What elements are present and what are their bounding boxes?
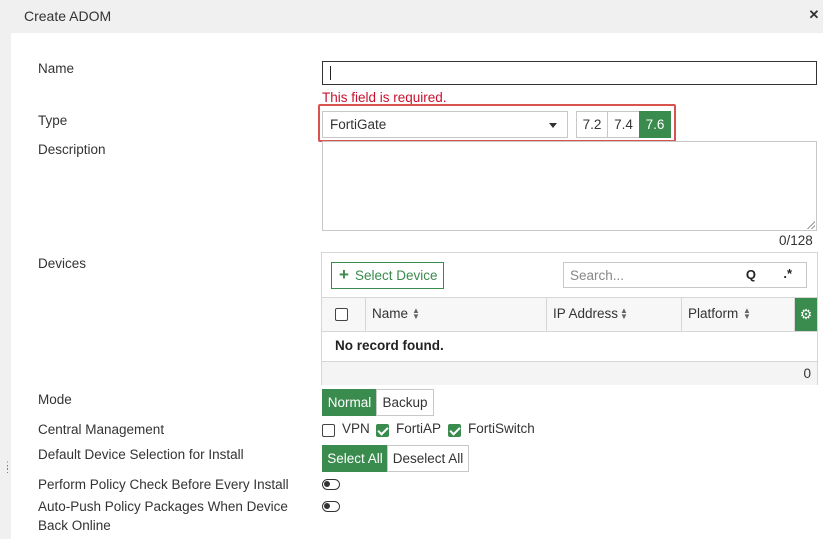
version-7-6-button[interactable]: 7.6 xyxy=(639,111,671,138)
type-selected-value: FortiGate xyxy=(330,117,387,132)
description-char-counter: 0/128 xyxy=(779,233,813,248)
default-device-selection-label: Default Device Selection for Install xyxy=(38,447,244,462)
auto-push-label-line2: Back Online xyxy=(38,518,111,533)
search-icon[interactable]: Q xyxy=(746,267,756,282)
devices-label: Devices xyxy=(38,256,87,271)
fortiswitch-checkbox[interactable] xyxy=(448,424,461,437)
auto-push-label-line1: Auto-Push Policy Packages When Device xyxy=(38,499,288,514)
fortiap-checkbox[interactable] xyxy=(376,424,389,437)
column-platform[interactable]: Platform ▲ ▼ xyxy=(682,298,795,331)
left-resize-strip: ⋮ ⋮ xyxy=(0,33,12,539)
column-platform-label: Platform xyxy=(688,306,739,321)
column-ip-address-label: IP Address xyxy=(553,306,619,321)
mode-backup-button[interactable]: Backup xyxy=(376,389,434,416)
plus-icon: + xyxy=(339,265,349,284)
text-caret xyxy=(330,66,331,80)
gear-icon[interactable]: ⚙ xyxy=(795,298,817,331)
devices-table-header: Name ▲ ▼ IP Address ▲ ▼ Platform ▲ ▼ ⚙ xyxy=(322,297,817,332)
description-label: Description xyxy=(38,142,106,157)
fortiap-label: FortiAP xyxy=(396,421,442,436)
select-all-checkbox[interactable] xyxy=(335,308,348,321)
dialog-title: Create ADOM xyxy=(24,8,112,24)
select-device-button[interactable]: + Select Device xyxy=(331,262,444,289)
select-device-label: Select Device xyxy=(355,268,438,283)
mode-normal-button[interactable]: Normal xyxy=(322,389,377,416)
select-all-button[interactable]: Select All xyxy=(322,445,388,472)
central-management-label: Central Management xyxy=(38,422,165,437)
vpn-label: VPN xyxy=(342,421,370,436)
column-ip-address[interactable]: IP Address ▲ ▼ xyxy=(547,298,682,331)
fortiswitch-label: FortiSwitch xyxy=(468,421,535,436)
name-error-message: This field is required. xyxy=(322,90,447,105)
name-label: Name xyxy=(38,61,75,76)
dialog-titlebar: Create ADOM ✕ xyxy=(0,0,823,33)
devices-panel: + Select Device Search... Q .* Name ▲ ▼ I… xyxy=(321,252,818,385)
description-textarea[interactable] xyxy=(322,141,817,231)
column-name-label: Name xyxy=(372,306,409,321)
devices-table-footer: 0 xyxy=(322,361,817,385)
device-count: 0 xyxy=(803,366,811,381)
policy-check-label: Perform Policy Check Before Every Instal… xyxy=(38,477,289,492)
search-placeholder: Search... xyxy=(570,268,625,283)
sort-icon: ▲ ▼ xyxy=(620,306,628,321)
deselect-all-button[interactable]: Deselect All xyxy=(387,445,469,472)
device-search-input[interactable]: Search... Q .* xyxy=(563,262,807,288)
mode-label: Mode xyxy=(38,392,72,407)
column-name[interactable]: Name ▲ ▼ xyxy=(366,298,547,331)
sort-icon: ▲ ▼ xyxy=(412,306,420,321)
caret-down-icon xyxy=(549,123,557,128)
type-select[interactable]: FortiGate xyxy=(322,111,568,138)
version-7-2-button[interactable]: 7.2 xyxy=(576,111,608,138)
regex-icon[interactable]: .* xyxy=(783,266,792,281)
empty-table-message: No record found. xyxy=(335,338,444,353)
header-select-cell xyxy=(322,298,366,331)
sort-icon: ▲ ▼ xyxy=(743,306,751,321)
close-icon[interactable]: ✕ xyxy=(808,8,820,22)
drag-handle-icon[interactable]: ⋮ ⋮ xyxy=(3,461,12,474)
type-label: Type xyxy=(38,113,68,128)
version-7-4-button[interactable]: 7.4 xyxy=(607,111,640,138)
auto-push-toggle[interactable] xyxy=(322,501,340,512)
name-input[interactable] xyxy=(322,61,817,85)
policy-check-toggle[interactable] xyxy=(322,479,340,490)
vpn-checkbox[interactable] xyxy=(322,424,335,437)
resize-handle-icon[interactable] xyxy=(807,221,815,229)
